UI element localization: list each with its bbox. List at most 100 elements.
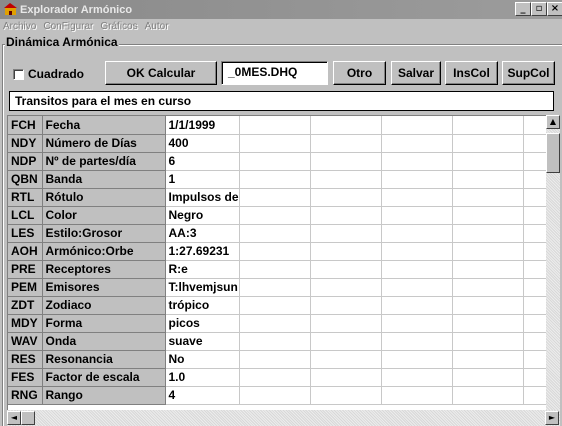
row-value[interactable]: picos [165,314,240,333]
empty-cell[interactable] [239,350,311,369]
grid-row[interactable]: RNG Rango 4 [8,386,554,405]
grid-row[interactable]: LES Estilo:Grosor AA:3 [8,224,554,243]
grid-row[interactable]: RTL Rótulo Impulsos de [8,188,554,207]
row-value[interactable]: 1/1/1999 [165,116,240,135]
empty-cell[interactable] [310,188,382,207]
empty-cell[interactable] [239,332,311,351]
row-value[interactable]: trópico [165,296,240,315]
menu-graficos[interactable]: Gráficos [100,21,137,32]
empty-cell[interactable] [381,242,453,261]
empty-cell[interactable] [452,188,524,207]
row-value[interactable]: suave [165,332,240,351]
menu-autor[interactable]: Autor [145,21,169,32]
empty-cell[interactable] [239,224,311,243]
caption-field[interactable]: Transitos para el mes en curso [9,91,554,111]
calculate-button[interactable]: OK Calcular [105,61,217,85]
grid-row[interactable]: MDY Forma picos [8,314,554,333]
empty-cell[interactable] [452,116,524,135]
empty-cell[interactable] [381,314,453,333]
empty-cell[interactable] [452,170,524,189]
empty-cell[interactable] [452,296,524,315]
empty-cell[interactable] [239,314,311,333]
empty-cell[interactable] [239,368,311,387]
row-value[interactable]: 400 [165,134,240,153]
vertical-scrollbar[interactable]: ▲ [546,115,560,410]
empty-cell[interactable] [310,152,382,171]
supcol-button[interactable]: SupCol [502,61,555,85]
empty-cell[interactable] [310,242,382,261]
empty-cell[interactable] [381,224,453,243]
grid-row[interactable]: PRE Receptores R:e [8,260,554,279]
empty-cell[interactable] [381,386,453,405]
empty-cell[interactable] [239,152,311,171]
grid-row[interactable]: RES Resonancia No [8,350,554,369]
grid-row[interactable]: WAV Onda suave [8,332,554,351]
empty-cell[interactable] [239,206,311,225]
grid-row[interactable]: QBN Banda 1 [8,170,554,189]
empty-cell[interactable] [452,314,524,333]
grid-row[interactable]: AOH Armónico:Orbe 1:27.69231 [8,242,554,261]
grid-row[interactable]: ZDT Zodiaco trópico [8,296,554,315]
empty-cell[interactable] [310,296,382,315]
empty-cell[interactable] [381,278,453,297]
grid-row[interactable]: LCL Color Negro [8,206,554,225]
empty-cell[interactable] [452,278,524,297]
empty-cell[interactable] [310,350,382,369]
row-value[interactable]: Negro [165,206,240,225]
empty-cell[interactable] [239,170,311,189]
row-value[interactable]: T:lhvemjsun [165,278,240,297]
empty-cell[interactable] [310,260,382,279]
empty-cell[interactable] [452,206,524,225]
empty-cell[interactable] [452,224,524,243]
empty-cell[interactable] [381,296,453,315]
empty-cell[interactable] [239,296,311,315]
scroll-up-button[interactable]: ▲ [546,115,560,129]
empty-cell[interactable] [310,170,382,189]
row-value[interactable]: 1 [165,170,240,189]
empty-cell[interactable] [310,206,382,225]
vertical-scroll-thumb[interactable] [546,133,560,173]
grid-row[interactable]: NDY Número de Días 400 [8,134,554,153]
empty-cell[interactable] [381,170,453,189]
close-button[interactable]: × [547,2,562,16]
row-value[interactable]: 4 [165,386,240,405]
empty-cell[interactable] [452,260,524,279]
cuadrado-checkbox[interactable]: Cuadrado [13,67,84,81]
empty-cell[interactable] [452,152,524,171]
empty-cell[interactable] [310,224,382,243]
empty-cell[interactable] [239,242,311,261]
checkbox-box[interactable] [13,68,24,80]
empty-cell[interactable] [239,116,311,135]
horizontal-scrollbar[interactable]: ◄ ► [7,410,560,426]
row-value[interactable]: 6 [165,152,240,171]
empty-cell[interactable] [381,206,453,225]
empty-cell[interactable] [381,260,453,279]
empty-cell[interactable] [239,386,311,405]
empty-cell[interactable] [452,386,524,405]
empty-cell[interactable] [381,350,453,369]
empty-cell[interactable] [452,332,524,351]
empty-cell[interactable] [310,278,382,297]
grid-row[interactable]: FCH Fecha 1/1/1999 [8,116,554,135]
empty-cell[interactable] [452,368,524,387]
grid-row[interactable]: PEM Emisores T:lhvemjsun [8,278,554,297]
row-value[interactable]: No [165,350,240,369]
empty-cell[interactable] [310,332,382,351]
grid-row[interactable]: NDP Nº de partes/día 6 [8,152,554,171]
scroll-left-button[interactable]: ◄ [7,411,21,425]
empty-cell[interactable] [310,314,382,333]
empty-cell[interactable] [381,116,453,135]
empty-cell[interactable] [452,350,524,369]
empty-cell[interactable] [381,368,453,387]
empty-cell[interactable] [239,260,311,279]
filename-field[interactable]: _0MES.DHQ [221,61,328,85]
minimize-button[interactable]: _ [515,2,531,16]
empty-cell[interactable] [310,134,382,153]
menu-archivo[interactable]: Archivo [3,21,36,32]
empty-cell[interactable] [381,134,453,153]
row-value[interactable]: Impulsos de [165,188,240,207]
empty-cell[interactable] [381,188,453,207]
empty-cell[interactable] [239,134,311,153]
row-value[interactable]: 1:27.69231 [165,242,240,261]
row-value[interactable]: AA:3 [165,224,240,243]
